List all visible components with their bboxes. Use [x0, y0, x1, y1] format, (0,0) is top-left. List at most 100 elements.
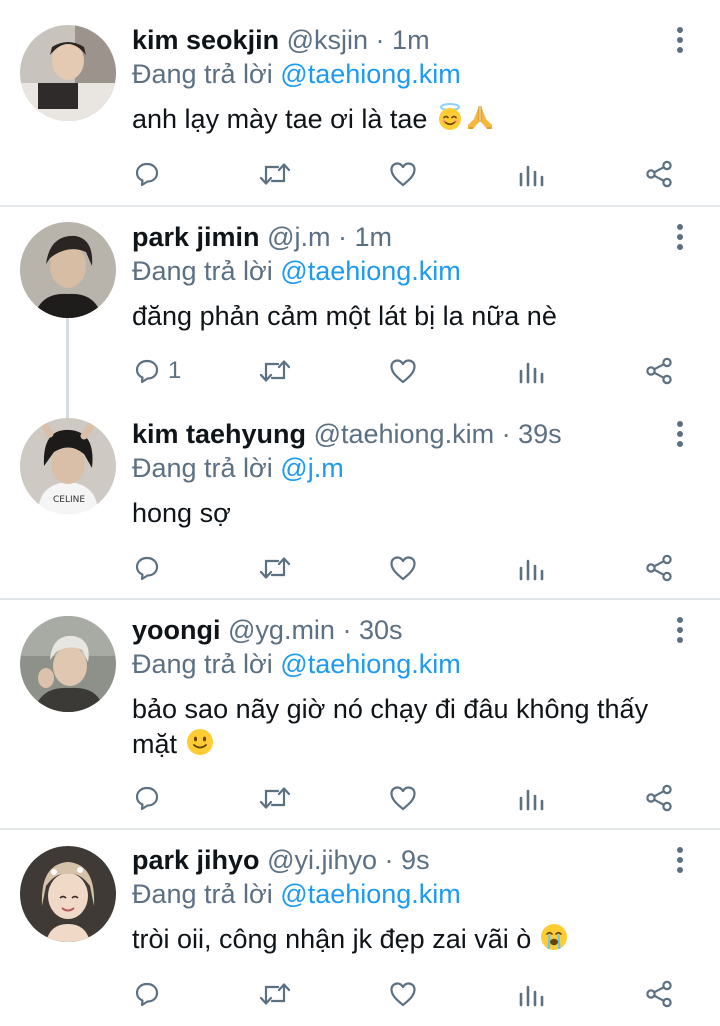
replying-to: Đang trả lời @taehiong.kim — [132, 253, 461, 289]
analytics-button[interactable] — [516, 548, 546, 588]
retweet-button[interactable] — [258, 154, 292, 194]
handle[interactable]: @j.m — [267, 222, 330, 252]
tweet-card[interactable]: park jimin @j.m · 1m Đang trả lời @taehi… — [0, 207, 720, 403]
more-options-icon[interactable] — [666, 842, 694, 878]
replying-to-label: Đang trả lời — [132, 453, 273, 483]
reply-button[interactable] — [132, 778, 168, 818]
tweet-text: bảo sao nãy giờ nó chạy đi đâu không thấ… — [132, 692, 692, 766]
like-button[interactable] — [388, 974, 418, 1014]
replying-to-handle[interactable]: @j.m — [280, 453, 343, 483]
tweet-text-content: đăng phản cảm một lát bị la nữa nè — [132, 301, 557, 331]
like-button[interactable] — [388, 548, 418, 588]
handle[interactable]: @ksjin — [287, 25, 368, 55]
tweet-actions — [0, 548, 720, 588]
replying-to-handle[interactable]: @taehiong.kim — [280, 879, 461, 909]
replying-to: Đang trả lời @taehiong.kim — [132, 876, 461, 912]
heart-icon — [388, 783, 418, 813]
folded-hands-icon — [465, 102, 495, 141]
share-button[interactable] — [644, 154, 674, 194]
avatar[interactable] — [20, 616, 116, 712]
tweet-header: park jihyo @yi.jihyo · 9s — [132, 842, 430, 878]
tweet-header: kim taehyung @taehiong.kim · 39s — [132, 416, 562, 452]
comment-bubble-icon — [132, 783, 162, 813]
timestamp[interactable]: 9s — [401, 845, 430, 875]
replying-to-handle[interactable]: @taehiong.kim — [280, 649, 461, 679]
tweet-header: kim seokjin @ksjin · 1m — [132, 22, 430, 58]
handle[interactable]: @yg.min — [228, 615, 335, 645]
like-button[interactable] — [388, 154, 418, 194]
share-icon — [644, 159, 674, 189]
tweet-card[interactable]: kim seokjin @ksjin · 1m Đang trả lời @ta… — [0, 0, 720, 208]
loudly-crying-face-icon — [539, 922, 569, 961]
retweet-icon — [258, 356, 292, 386]
analytics-button[interactable] — [516, 778, 546, 818]
display-name[interactable]: yoongi — [132, 615, 221, 645]
svg-text:CELINE: CELINE — [53, 495, 85, 505]
share-button[interactable] — [644, 351, 674, 391]
reply-button[interactable] — [132, 548, 168, 588]
retweet-icon — [258, 553, 292, 583]
more-options-icon[interactable] — [666, 22, 694, 58]
reply-button[interactable] — [132, 974, 168, 1014]
retweet-button[interactable] — [258, 351, 292, 391]
tweet-text-content: anh lạy mày tae ơi là tae — [132, 104, 428, 134]
reply-button[interactable]: 1 — [132, 351, 181, 391]
reply-count: 1 — [168, 357, 182, 384]
display-name[interactable]: kim seokjin — [132, 25, 279, 55]
replying-to: Đang trả lời @taehiong.kim — [132, 646, 461, 682]
replying-to-handle[interactable]: @taehiong.kim — [280, 59, 461, 89]
bar-chart-icon — [516, 356, 546, 386]
like-button[interactable] — [388, 778, 418, 818]
tweet-card[interactable]: park jihyo @yi.jihyo · 9s Đang trả lời @… — [0, 830, 720, 1026]
retweet-icon — [258, 979, 292, 1009]
tweet-actions: 1 — [0, 351, 720, 391]
tweet-header: park jimin @j.m · 1m — [132, 219, 392, 255]
tweet-text: tròi oii, công nhận jk đẹp zai vãi ò — [132, 922, 692, 961]
avatar[interactable]: CELINE — [20, 418, 116, 514]
timestamp[interactable]: 39s — [518, 419, 562, 449]
timestamp[interactable]: 30s — [359, 615, 403, 645]
timestamp[interactable]: 1m — [392, 25, 430, 55]
more-options-icon[interactable] — [666, 219, 694, 255]
share-button[interactable] — [644, 974, 674, 1014]
display-name[interactable]: park jihyo — [132, 845, 260, 875]
replying-to-handle[interactable]: @taehiong.kim — [280, 256, 461, 286]
analytics-button[interactable] — [516, 351, 546, 391]
tweet-text-content: tròi oii, công nhận jk đẹp zai vãi ò — [132, 924, 532, 954]
tweet-card[interactable]: yoongi @yg.min · 30s Đang trả lời @taehi… — [0, 600, 720, 828]
display-name[interactable]: kim taehyung — [132, 419, 306, 449]
separator-dot: · — [501, 419, 511, 449]
retweet-button[interactable] — [258, 974, 292, 1014]
bar-chart-icon — [516, 979, 546, 1009]
more-options-icon[interactable] — [666, 416, 694, 452]
avatar[interactable] — [20, 25, 116, 121]
analytics-button[interactable] — [516, 154, 546, 194]
share-button[interactable] — [644, 778, 674, 818]
bar-chart-icon — [516, 553, 546, 583]
reply-feed: kim seokjin @ksjin · 1m Đang trả lời @ta… — [0, 0, 720, 1026]
analytics-button[interactable] — [516, 974, 546, 1014]
replying-to: Đang trả lời @j.m — [132, 450, 344, 486]
display-name[interactable]: park jimin — [132, 222, 260, 252]
retweet-button[interactable] — [258, 778, 292, 818]
handle[interactable]: @yi.jihyo — [267, 845, 377, 875]
handle[interactable]: @taehiong.kim — [314, 419, 495, 449]
tweet-text: anh lạy mày tae ơi là tae — [132, 102, 692, 141]
replying-to-label: Đang trả lời — [132, 59, 273, 89]
share-button[interactable] — [644, 548, 674, 588]
separator-dot: · — [384, 845, 394, 875]
timestamp[interactable]: 1m — [355, 222, 393, 252]
heart-icon — [388, 979, 418, 1009]
tweet-header: yoongi @yg.min · 30s — [132, 612, 403, 648]
reply-button[interactable] — [132, 154, 168, 194]
retweet-button[interactable] — [258, 548, 292, 588]
more-options-icon[interactable] — [666, 612, 694, 648]
avatar[interactable] — [20, 222, 116, 318]
slightly-smiling-face-icon — [185, 727, 215, 766]
like-button[interactable] — [388, 351, 418, 391]
tweet-card[interactable]: CELINE kim taehyung @taehiong.kim · 39s … — [0, 404, 720, 596]
separator-dot: · — [337, 222, 347, 252]
smiling-face-with-halo-icon — [435, 102, 465, 141]
avatar[interactable] — [20, 846, 116, 942]
replying-to-label: Đang trả lời — [132, 649, 273, 679]
